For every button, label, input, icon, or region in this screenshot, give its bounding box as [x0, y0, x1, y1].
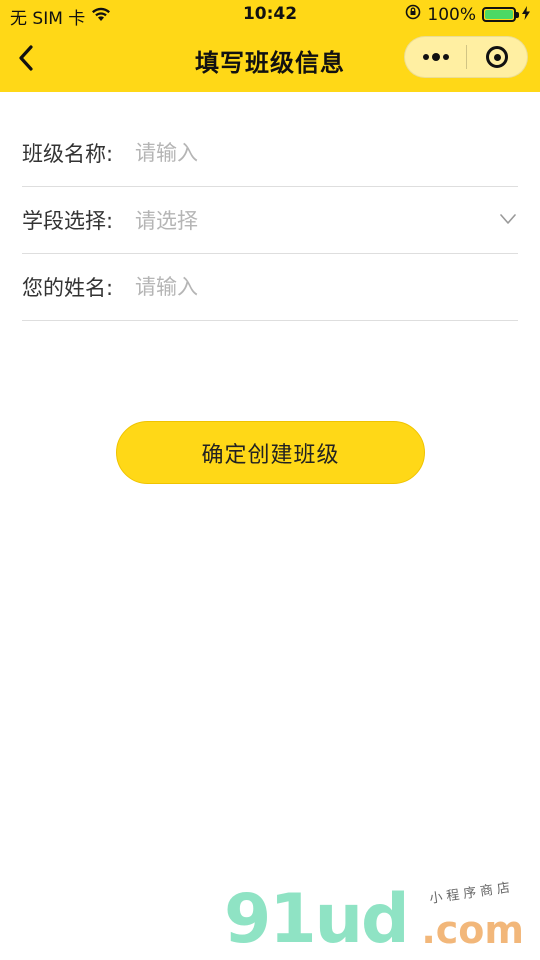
battery-fill	[485, 10, 513, 19]
stage-label: 学段选择:	[22, 209, 114, 233]
watermark-tagline: 小程序商店	[428, 880, 515, 907]
watermark-main: 91ud	[224, 880, 410, 959]
battery-icon	[482, 7, 519, 22]
header: 无 SIM 卡 10:42 100% 填写班级信息	[0, 0, 540, 92]
more-dot-right	[442, 54, 449, 60]
class-name-row: 班级名称:	[22, 120, 518, 187]
more-dot-center	[431, 53, 440, 61]
screen: 无 SIM 卡 10:42 100% 填写班级信息 班级名称: 请输入 学段选择…	[0, 0, 540, 960]
rotation-lock-icon	[405, 4, 421, 25]
more-button[interactable]	[405, 37, 466, 77]
stage-row[interactable]: 学段选择: 请选择	[22, 187, 518, 254]
charging-icon	[522, 5, 530, 25]
status-bar: 无 SIM 卡 10:42 100%	[0, 0, 540, 30]
target-dot	[493, 53, 501, 61]
close-miniprogram-button[interactable]	[467, 37, 527, 77]
your-name-input[interactable]	[135, 275, 518, 299]
create-class-button[interactable]: 确定创建班级	[116, 421, 425, 484]
more-dots-icon	[422, 54, 429, 60]
class-name-label: 班级名称:	[22, 142, 114, 166]
watermark-logo: 小程序商店 91ud .com	[224, 880, 524, 959]
chevron-down-icon	[500, 211, 516, 227]
nav-bar: 填写班级信息	[0, 30, 540, 92]
target-circle-icon	[486, 46, 508, 68]
battery-percent: 100%	[427, 4, 476, 25]
menu-capsule	[404, 36, 528, 78]
your-name-label: 您的姓名:	[22, 276, 114, 300]
your-name-row: 您的姓名:	[22, 254, 518, 321]
class-info-form: 班级名称: 学段选择: 请选择 您的姓名:	[22, 120, 518, 321]
class-name-input[interactable]	[135, 141, 518, 165]
status-right: 100%	[405, 4, 530, 25]
stage-picker[interactable]: 请选择	[135, 205, 518, 235]
watermark-domain: .com	[421, 908, 524, 952]
